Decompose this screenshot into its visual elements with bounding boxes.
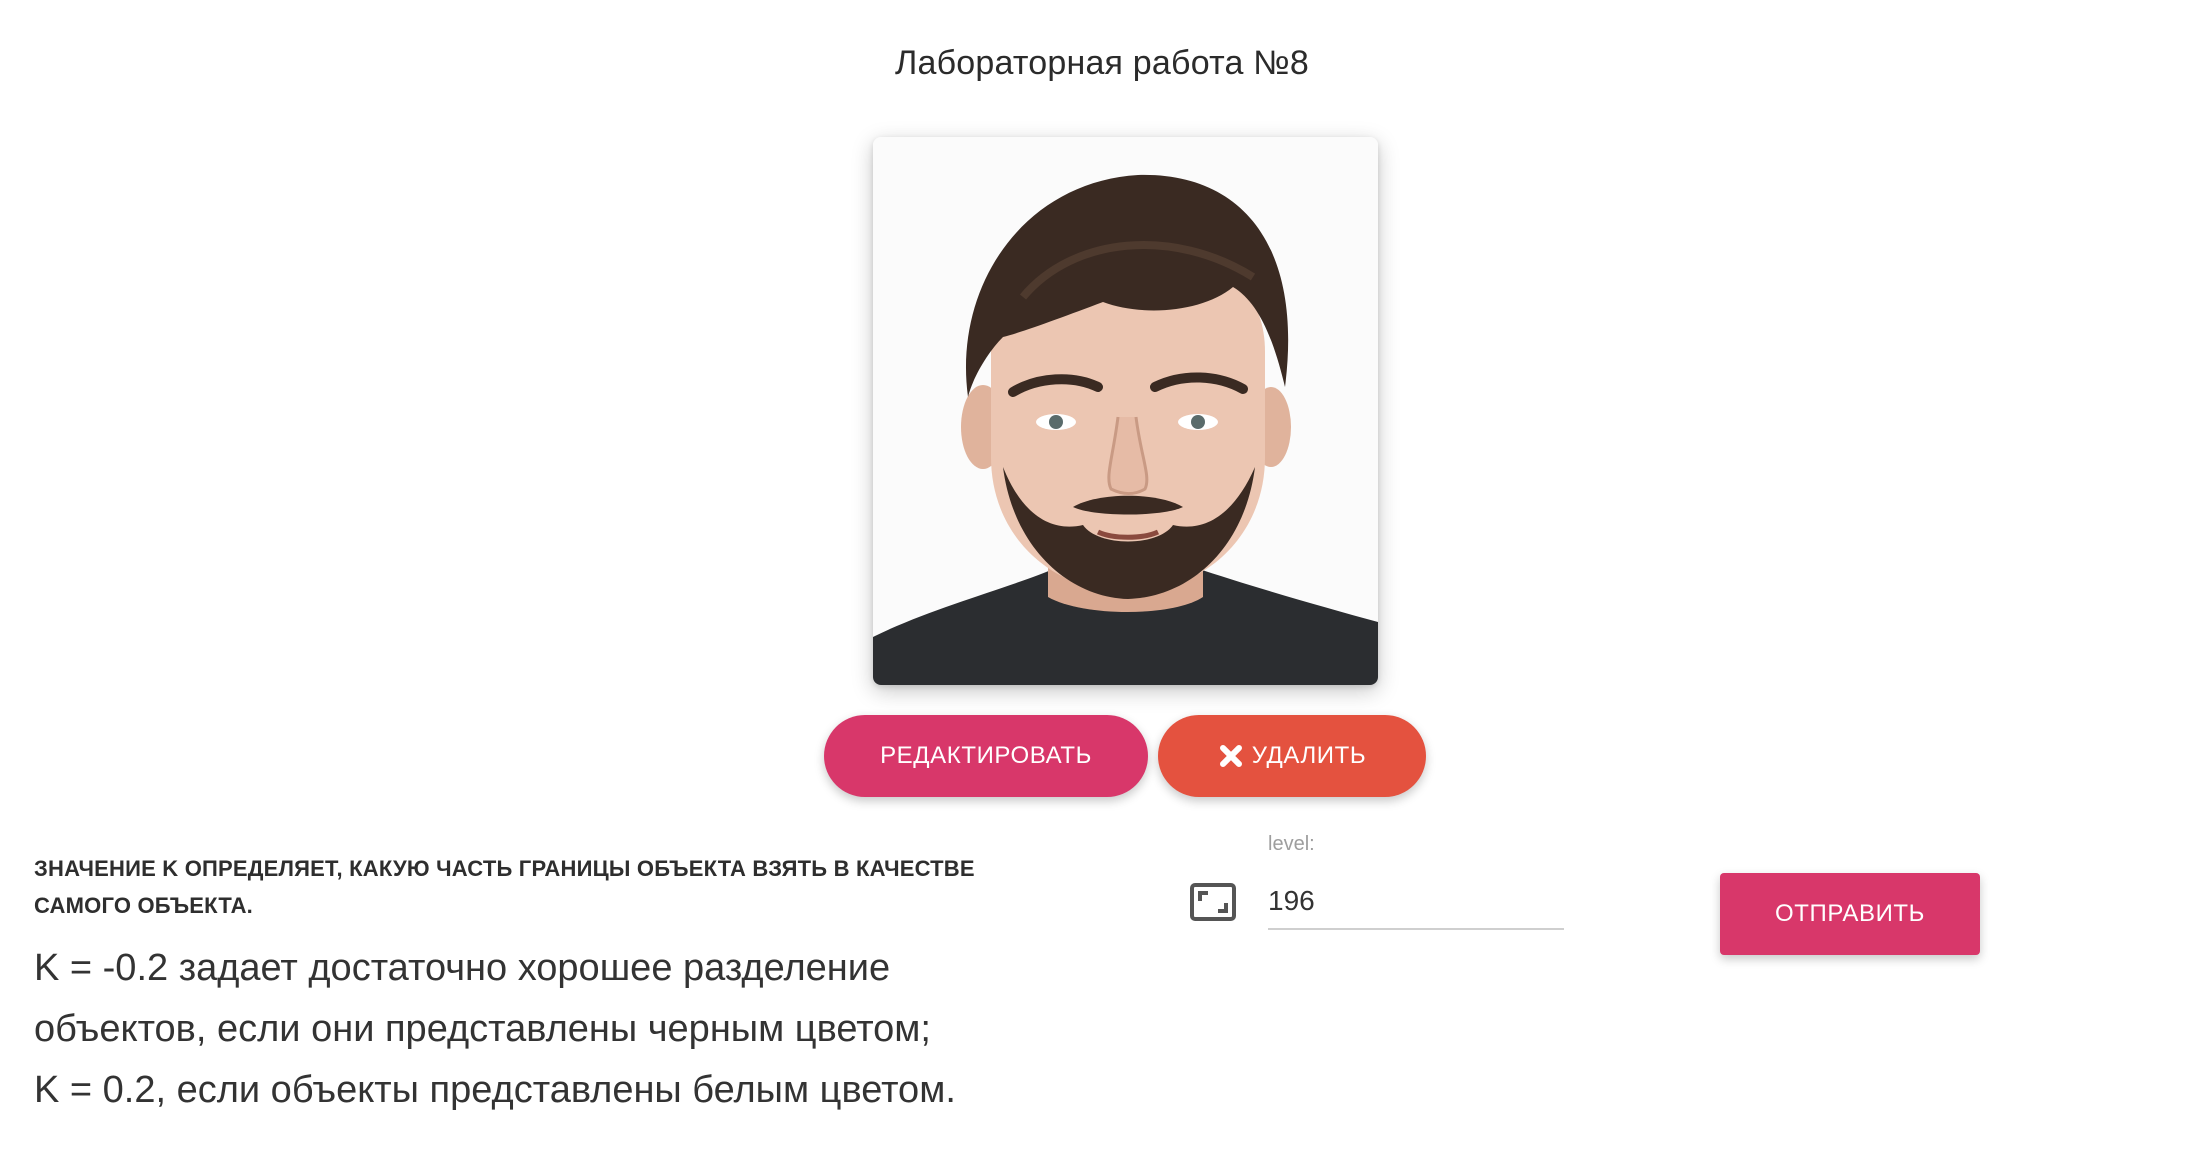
level-input[interactable] bbox=[1268, 874, 1564, 930]
level-label: level: bbox=[1268, 833, 1315, 855]
description-line: K = -0.2 задает достаточно хорошее разде… bbox=[34, 947, 891, 989]
description-line: объектов, если они представлены черным ц… bbox=[34, 1008, 931, 1050]
delete-button-label: УДАЛИТЬ bbox=[1251, 742, 1367, 769]
aspect-ratio-icon bbox=[1190, 883, 1236, 921]
description-line: K = 0.2, если объекты представлены белым… bbox=[34, 1069, 956, 1111]
submit-button[interactable]: ОТПРАВИТЬ bbox=[1720, 873, 1980, 955]
close-icon bbox=[1218, 743, 1244, 769]
delete-button[interactable]: УДАЛИТЬ bbox=[1158, 715, 1426, 797]
page-title: Лабораторная работа №8 bbox=[894, 44, 1309, 82]
page: Лабораторная работа №8 РЕДАКТИРОВАТЬ УДА… bbox=[0, 0, 2204, 1166]
description-caps: Значение K определяет, какую часть грани… bbox=[34, 856, 975, 918]
description-body: K = -0.2 задает достаточно хорошее разде… bbox=[34, 938, 1114, 1121]
submit-button-label: ОТПРАВИТЬ bbox=[1774, 900, 1926, 927]
portrait-photo bbox=[873, 137, 1378, 685]
edit-button-label: РЕДАКТИРОВАТЬ bbox=[880, 742, 1092, 769]
edit-button[interactable]: РЕДАКТИРОВАТЬ bbox=[824, 715, 1148, 797]
